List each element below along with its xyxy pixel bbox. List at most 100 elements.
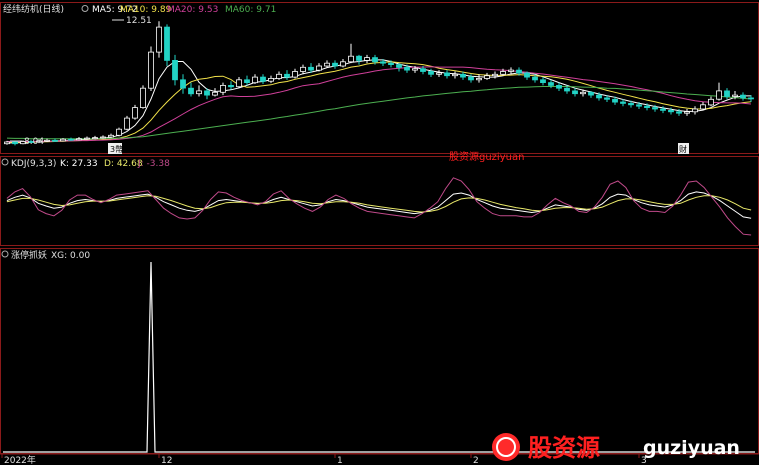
candle-body [180,79,186,89]
candle-body [92,137,98,140]
candle-body [708,98,714,106]
event-marker-right-text: 财 [679,144,687,154]
x-tick-label: 2 [473,456,479,465]
candle-body [452,73,458,77]
candle-body [12,141,18,145]
candle-body [660,108,666,111]
candle-body [300,66,306,72]
candle-body [68,138,74,141]
candle-body [524,72,530,78]
candle-body [692,108,698,113]
candle-body [236,79,242,88]
candle-body [388,62,394,66]
candle-body [612,98,618,103]
candle-body [668,110,674,113]
logo-en-text: guziyuan [643,437,740,459]
candle [124,115,130,131]
ma10-label: MA10: 9.89 [120,5,172,15]
candle-body [140,87,146,108]
low-price-label: 8.04 [24,137,44,147]
candle-body [516,69,522,74]
x-tick-label: 2022年 [4,454,36,465]
candle [140,85,146,109]
high-price-label: 12.51 [126,16,152,26]
candle-body [604,97,610,100]
candle-body [220,85,226,93]
kdj-name: KDJ(9,3,3) [11,159,56,169]
signal-name: 涨停抓妖 [11,249,47,261]
candle-body [172,60,178,81]
candle-body [556,85,562,89]
candle-body [588,91,594,96]
candle-body [340,61,346,67]
candle-body [620,101,626,104]
candle-body [276,73,282,79]
candle-body [724,90,730,97]
candle-body [636,104,642,107]
watermark-text: 股资源guziyuan [449,150,524,163]
candle-body [492,73,498,77]
stock-chart: 经纬纺机(日线) MA5: 9.72 MA10: 9.89 MA20: 9.53… [0,0,759,465]
candle-body [292,71,298,78]
candle-body [108,134,114,138]
candle-body [188,87,194,95]
candle-body [156,26,162,53]
candle-body [268,78,274,82]
candle-body [308,66,314,71]
candle-body [348,55,354,63]
candle-body [132,107,138,119]
candle-body [60,138,66,142]
candle-body [148,51,154,89]
candle-body [52,139,58,142]
candle-body [484,75,490,79]
candle-body [212,91,218,96]
candle-body [684,111,690,114]
candle-body [196,90,202,95]
candle-body [436,72,442,75]
candle-body [4,141,10,145]
candle-body [420,68,426,72]
candle-body [116,128,122,136]
candle-body [404,66,410,71]
candle-body [500,71,506,75]
candle [156,21,162,58]
candle-body [596,94,602,99]
candle-body [428,71,434,75]
candle-body [332,62,338,67]
candle-body [740,94,746,99]
candle-body [564,87,570,92]
candle [148,46,154,91]
candle-body [732,94,738,97]
candle-body [628,103,634,106]
candle-body [44,139,50,142]
candle-body [324,62,330,67]
candle-body [396,64,402,68]
stock-title: 经纬纺机(日线) [3,3,64,15]
candle-body [476,78,482,81]
candle-body [700,104,706,110]
candle-body [244,79,250,84]
candle-body [316,65,322,71]
candle-body [644,105,650,108]
candle-body [260,76,266,82]
candle-body [252,76,258,84]
candle-body [380,61,386,64]
candle-body [652,107,658,110]
candle-body [572,90,578,95]
candle-body [580,91,586,95]
kdj-k-label: K: 27.33 [60,159,98,169]
candle-body [548,82,554,86]
signal-legend: 涨停抓妖 XG: 0.00 [1,249,90,261]
event-marker-left-text: 3幣 [110,144,123,154]
candle-body [164,26,170,61]
candle-body [100,136,106,139]
kdj-j-label: J: -3.38 [137,159,170,169]
candle-body [204,90,210,96]
candle-body [84,137,90,140]
x-tick-label: 1 [337,456,343,465]
signal-value-label: XG: 0.00 [51,251,90,261]
logo-cn-text: 股资源 [528,434,600,462]
candle-body [228,85,234,88]
ma60-label: MA60: 9.71 [225,5,276,15]
chart-background [0,0,759,465]
